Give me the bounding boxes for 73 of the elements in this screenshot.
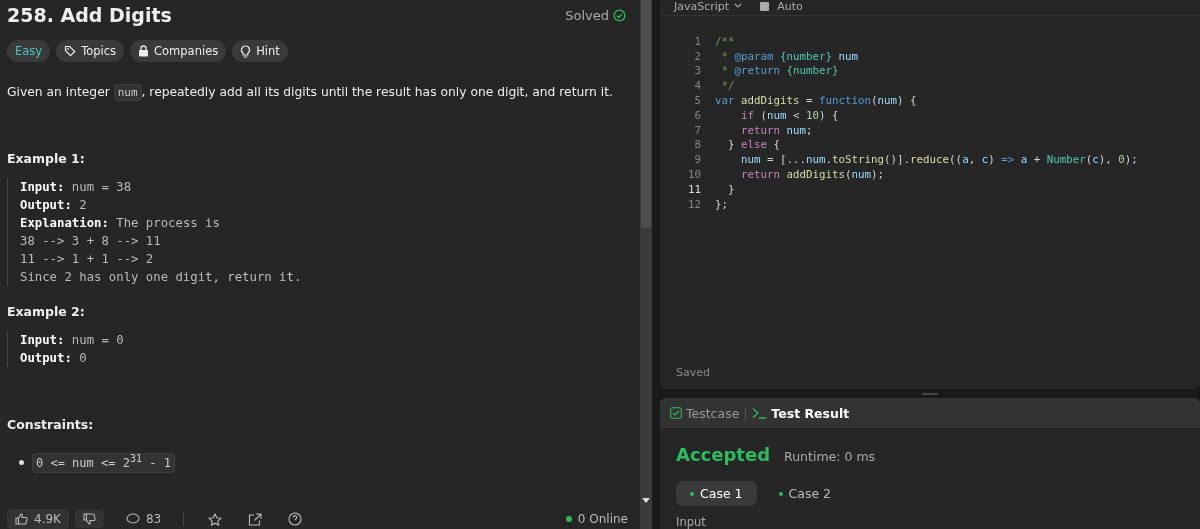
code-line: }; xyxy=(715,197,728,211)
code-line: if (num < 10) { xyxy=(740,108,839,122)
problem-description: Given an integer num , repeatedly add all its digits until the result has only one digit, and return it. xyxy=(7,83,614,103)
runtime-text: Runtime: 0 ms xyxy=(784,449,876,464)
online-count: 0 Online xyxy=(577,512,628,526)
scrollbar[interactable] xyxy=(640,0,652,529)
code-line: return addDigits(num); xyxy=(740,168,885,182)
tag-button[interactable]: Topics xyxy=(56,40,125,62)
line-number: 1 xyxy=(693,34,702,48)
like-button[interactable]: 4.9K xyxy=(7,509,69,529)
terminal-icon xyxy=(752,407,768,419)
line-number: 10 xyxy=(687,168,702,182)
save-status: Saved xyxy=(675,366,711,381)
thumbs-down-icon xyxy=(82,513,96,525)
code-line: return num; xyxy=(740,123,813,137)
example-heading: Example 1: xyxy=(7,151,86,166)
line-number: 12 xyxy=(687,197,702,211)
console-tab[interactable]: Test Result xyxy=(752,405,850,421)
constraint-text: 0 <= num <= 2$^{31}$ - 1 xyxy=(32,453,175,473)
example-line: Explanation: The process is xyxy=(20,215,221,232)
line-number: 7 xyxy=(693,123,702,137)
lock-icon xyxy=(138,45,150,57)
problem-title: 258. Add Digits xyxy=(7,4,173,26)
code-line: * @return {number} xyxy=(720,64,839,78)
share-icon[interactable] xyxy=(248,512,263,526)
thumbs-down-button[interactable] xyxy=(74,510,104,528)
thumbs-up-icon xyxy=(15,513,28,525)
line-number: 5 xyxy=(693,94,702,108)
example-line: Output: 2 xyxy=(20,197,88,214)
chevron-down-icon xyxy=(734,3,743,9)
line-number: 2 xyxy=(693,49,702,63)
comments-button[interactable]: 83 xyxy=(117,509,170,529)
line-number: 11 xyxy=(687,182,702,196)
code-line: * @param {number} num xyxy=(720,49,859,63)
constraints-heading: Constraints: xyxy=(7,417,95,432)
example-line: 38 --> 3 + 8 --> 11 xyxy=(20,233,162,250)
help-icon[interactable] xyxy=(288,512,303,526)
language-dropdown[interactable]: JavaScript xyxy=(674,0,743,13)
example-line: Input: num = 38 xyxy=(20,179,133,196)
solved-status: Solved xyxy=(565,7,609,23)
line-number: 6 xyxy=(693,108,702,122)
example-line: Since 2 has only one digit, return it. xyxy=(20,269,303,286)
code-line: var addDigits = function(num) { xyxy=(715,94,917,108)
code-line: */ xyxy=(720,79,735,93)
mode-label: Auto xyxy=(777,0,803,13)
verdict-text: Accepted xyxy=(676,444,771,465)
case-tab[interactable]: Case 2 xyxy=(764,481,846,506)
difficulty-badge[interactable]: Easy xyxy=(7,40,51,62)
code-line: } else { xyxy=(727,138,781,152)
line-number: 8 xyxy=(693,138,702,152)
square-icon xyxy=(760,1,770,11)
example-heading: Example 2: xyxy=(7,304,86,319)
star-icon[interactable] xyxy=(208,512,223,526)
lightbulb-icon xyxy=(240,44,252,58)
checkbox-icon xyxy=(670,407,682,419)
code-line: } xyxy=(727,182,735,196)
tag-button[interactable]: Companies xyxy=(130,40,227,62)
line-number: 9 xyxy=(693,153,702,167)
console-tab[interactable]: Testcase xyxy=(670,405,740,421)
example-line: Input: num = 0 xyxy=(20,332,125,349)
code-line: num = [...num.toString()].reduce((a, c) => a + Number(c), 0); xyxy=(740,153,1138,167)
section-label: Input xyxy=(676,515,707,529)
case-tab[interactable]: Case 1 xyxy=(676,481,757,506)
comment-icon xyxy=(125,513,140,525)
tag-icon xyxy=(64,45,77,57)
online-dot-icon xyxy=(565,516,572,522)
example-line: 11 --> 1 + 1 --> 2 xyxy=(20,251,155,268)
code-line: /** xyxy=(715,34,735,48)
tag-button[interactable]: Hint xyxy=(232,40,288,62)
line-number: 3 xyxy=(693,64,702,78)
line-number: 4 xyxy=(693,79,702,93)
check-circle-icon xyxy=(613,8,626,22)
example-line: Output: 0 xyxy=(20,350,88,367)
